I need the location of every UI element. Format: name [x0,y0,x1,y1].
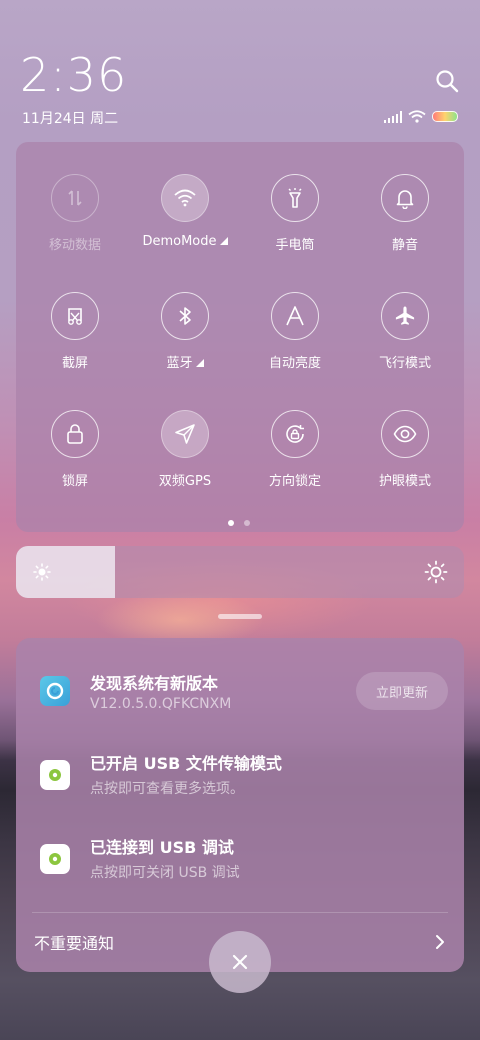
close-icon [232,954,248,970]
tile-label: 移动数据 [48,238,101,253]
control-center-panel: 移动数据 DemoMode 手电筒 静音 截屏 蓝牙 自动亮度 飞行模式 锁屏 … [16,142,464,532]
tile-wifi[interactable]: DemoMode [130,174,240,249]
lock-icon [67,424,83,444]
tile-auto-brightness[interactable]: 自动亮度 [240,292,350,371]
notification-subtitle: 点按即可关闭 USB 调试 [90,865,240,881]
notification-usb-debug[interactable]: 已连接到 USB 调试 点按即可关闭 USB 调试 [16,822,464,902]
tile-eye-comfort[interactable]: 护眼模式 [350,410,460,489]
sun-small-icon [33,563,51,581]
more-options-icon[interactable] [219,237,228,245]
tile-label: 双频GPS [158,474,212,489]
screenshot-icon [68,308,82,325]
tile-dual-gps[interactable]: 双频GPS [130,410,240,489]
unimportant-notifications-link[interactable]: 不重要通知 [34,930,114,954]
notification-subtitle: 点按即可查看更多选项。 [90,781,244,797]
tile-lock-screen[interactable]: 锁屏 [20,410,130,489]
tile-label: DemoMode [130,234,240,249]
wifi-icon [174,189,196,207]
date-label: 11月24日 周二 [22,111,119,127]
notification-title: 已连接到 USB 调试 [90,838,234,857]
update-now-button[interactable]: 立即更新 [356,672,448,710]
auto-brightness-icon [286,306,304,326]
status-icons [384,110,458,123]
airplane-icon [395,306,415,325]
brightness-fill [16,546,115,598]
tile-screenshot[interactable]: 截屏 [20,292,130,371]
rotation-lock-icon [286,425,304,443]
tile-label: 静音 [391,238,418,253]
tile-label: 手电筒 [275,238,315,253]
tile-label: 自动亮度 [268,356,321,371]
mobile-data-icon [68,190,82,206]
tile-silent[interactable]: 静音 [350,174,460,253]
battery-icon [432,111,458,122]
notification-subtitle: V12.0.5.0.QFKCNXM [90,696,232,712]
tile-label: 截屏 [61,356,88,371]
more-options-icon[interactable] [195,359,204,367]
flashlight-icon [288,188,302,208]
eye-icon [393,425,417,443]
tile-label: 方向锁定 [268,474,321,489]
tile-label: 飞行模式 [378,356,431,371]
bluetooth-icon [179,307,191,325]
bell-icon [396,190,414,209]
notification-panel: 发现系统有新版本 V12.0.5.0.QFKCNXM 立即更新 已开启 USB … [16,638,464,972]
signal-icon [384,110,402,123]
tile-label: 蓝牙 [130,352,240,371]
tile-bluetooth[interactable]: 蓝牙 [130,292,240,371]
android-system-icon [40,844,70,874]
page-dot [244,520,250,526]
drag-handle[interactable] [218,614,262,619]
tile-flashlight[interactable]: 手电筒 [240,174,350,253]
system-update-icon [40,676,70,706]
tile-mobile-data[interactable]: 移动数据 [20,174,130,253]
notification-title: 已开启 USB 文件传输模式 [90,754,282,773]
notification-system-update[interactable]: 发现系统有新版本 V12.0.5.0.QFKCNXM 立即更新 [16,638,464,728]
tile-label: 锁屏 [61,474,88,489]
notification-title: 发现系统有新版本 [90,674,219,693]
brightness-slider[interactable] [16,546,464,598]
divider [32,912,448,913]
gps-icon [175,424,195,444]
chevron-right-icon[interactable] [434,934,446,950]
tile-rotation-lock[interactable]: 方向锁定 [240,410,350,489]
page-indicator [228,520,250,526]
search-icon[interactable] [434,68,460,94]
notification-usb-transfer[interactable]: 已开启 USB 文件传输模式 点按即可查看更多选项。 [16,738,464,818]
clock-time: 2:36 [20,48,128,102]
sun-large-icon [424,560,448,584]
page-dot-active [228,520,234,526]
tile-label: 护眼模式 [378,474,431,489]
clear-all-button[interactable] [209,931,271,993]
wifi-icon [408,110,426,123]
android-system-icon [40,760,70,790]
tile-airplane-mode[interactable]: 飞行模式 [350,292,460,371]
